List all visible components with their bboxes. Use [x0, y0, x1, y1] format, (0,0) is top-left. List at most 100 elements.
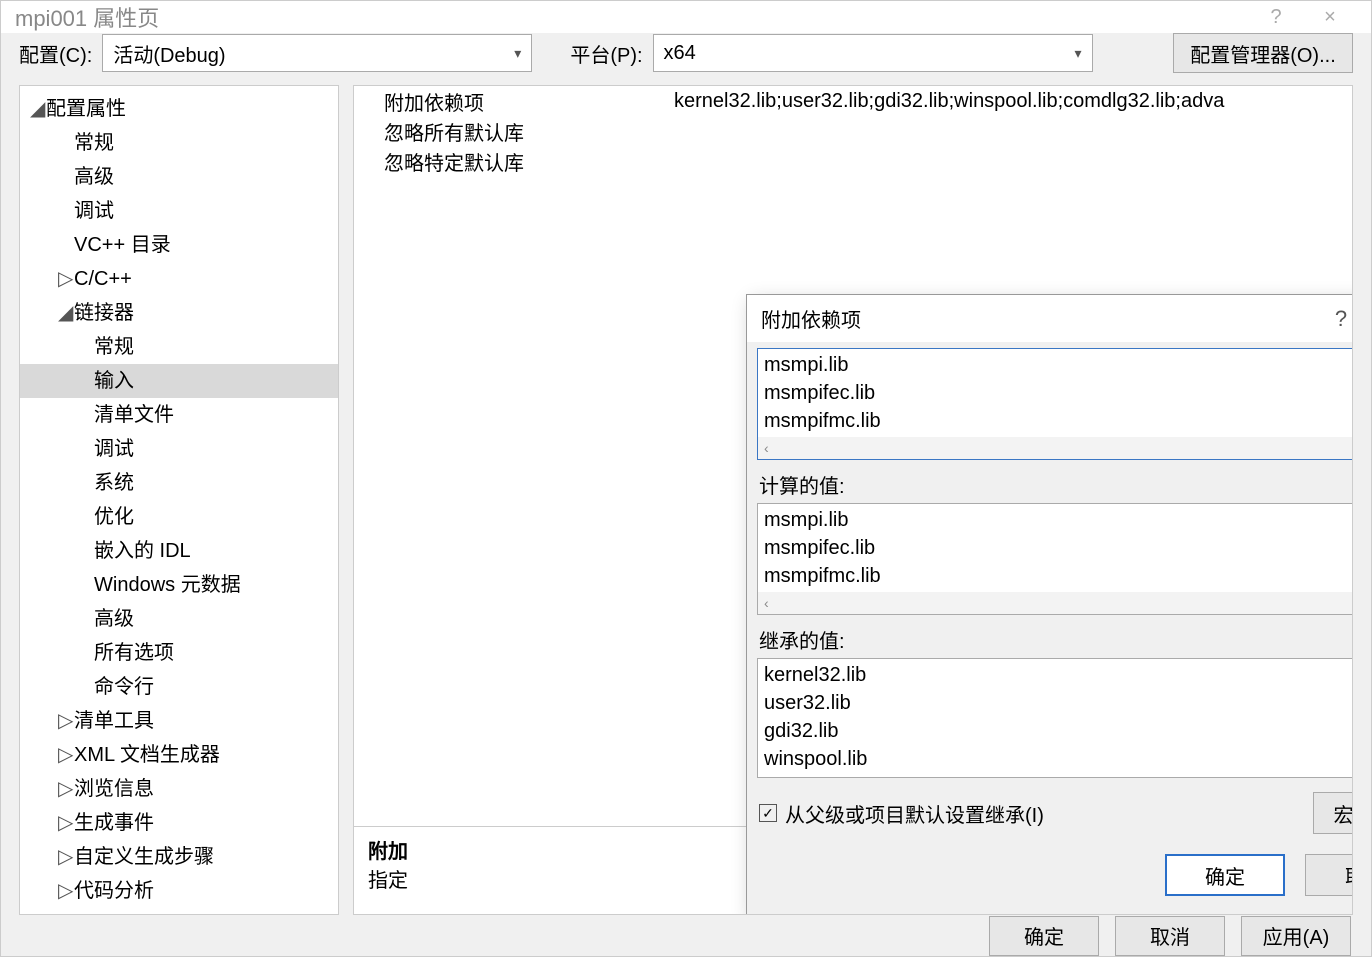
tree-node[interactable]: 高级 [20, 160, 338, 194]
tree-node-label: 常规 [74, 132, 114, 154]
list-item: msmpifec.lib [764, 379, 1353, 407]
tree-node[interactable]: ◢链接器 [20, 296, 338, 330]
tree-node-label: 嵌入的 IDL [94, 540, 191, 562]
tree-node-label: 浏览信息 [74, 778, 154, 800]
tree-node[interactable]: VC++ 目录 [20, 228, 338, 262]
property-row[interactable]: 忽略特定默认库 [354, 146, 1352, 176]
tree-node[interactable]: ▷XML 文档生成器 [20, 738, 338, 772]
dialog-cancel-button[interactable]: 取消 [1305, 854, 1353, 896]
tree-twisty-icon: ▷ [58, 264, 74, 294]
tree-node[interactable]: 高级 [20, 602, 338, 636]
inherit-checkbox-label: 从父级或项目默认设置继承(I) [785, 799, 1044, 828]
tree-node[interactable]: 优化 [20, 500, 338, 534]
tree-node[interactable]: ▷代码分析 [20, 874, 338, 908]
tree-node[interactable]: ▷C/C++ [20, 262, 338, 296]
tree-twisty-icon: ▷ [58, 774, 74, 804]
edit-listbox[interactable]: msmpi.libmsmpifec.libmsmpifmc.lib ˄ ˅ ‹ … [757, 348, 1353, 460]
property-tree[interactable]: ◢配置属性常规高级调试VC++ 目录▷C/C++◢链接器常规输入清单文件调试系统… [19, 85, 339, 915]
window-title: mpi001 属性页 [15, 1, 1249, 33]
tree-node[interactable]: ▷生成事件 [20, 806, 338, 840]
tree-twisty-icon: ◢ [30, 94, 46, 124]
tree-node-label: 清单文件 [94, 404, 174, 426]
scroll-left-icon: ‹ [764, 441, 769, 455]
tree-node[interactable]: 调试 [20, 432, 338, 466]
tree-twisty-icon: ▷ [58, 876, 74, 906]
tree-node-label: 优化 [94, 506, 134, 528]
tree-twisty-icon: ◢ [58, 298, 74, 328]
config-manager-button[interactable]: 配置管理器(O)... [1173, 33, 1353, 73]
cancel-button[interactable]: 取消 [1115, 916, 1225, 956]
edit-listbox-content[interactable]: msmpi.libmsmpifec.libmsmpifmc.lib [758, 349, 1353, 437]
property-name: 忽略特定默认库 [354, 147, 674, 176]
tree-node-label: 自定义生成步骤 [74, 846, 214, 868]
tree-node-label: 配置属性 [46, 98, 126, 120]
additional-deps-dialog: 附加依赖项 ? × msmpi.libmsmpifec.libmsmpifmc.… [746, 294, 1353, 915]
tree-node-label: 输入 [94, 370, 134, 392]
tree-node-label: 清单工具 [74, 710, 154, 732]
tree-node[interactable]: 嵌入的 IDL [20, 534, 338, 568]
chevron-down-icon: ▾ [514, 46, 521, 60]
dialog-options-row: ✓ 从父级或项目默认设置继承(I) 宏(M) >> [757, 788, 1353, 838]
scrollbar-horizontal[interactable]: ‹ › [758, 592, 1353, 614]
tree-node-label: 高级 [94, 608, 134, 630]
tree-node[interactable]: 调试 [20, 194, 338, 228]
inherited-listbox: kernel32.libuser32.libgdi32.libwinspool.… [757, 658, 1353, 778]
list-item: msmpifmc.lib [764, 407, 1353, 435]
tree-node-label: 常规 [94, 336, 134, 358]
tree-node-label: 调试 [94, 438, 134, 460]
tree-node[interactable]: 系统 [20, 466, 338, 500]
list-item: kernel32.lib [764, 661, 1353, 689]
tree-twisty-icon: ▷ [58, 842, 74, 872]
dialog-body: msmpi.libmsmpifec.libmsmpifmc.lib ˄ ˅ ‹ … [747, 342, 1353, 915]
property-pages-window: mpi001 属性页 ? × 配置(C): 活动(Debug) ▾ 平台(P):… [0, 0, 1372, 957]
tree-node-label: 命令行 [94, 676, 154, 698]
tree-node-label: VC++ 目录 [74, 234, 171, 256]
checkbox-icon: ✓ [759, 804, 777, 822]
body-area: ◢配置属性常规高级调试VC++ 目录▷C/C++◢链接器常规输入清单文件调试系统… [1, 73, 1371, 915]
property-row[interactable]: 附加依赖项kernel32.lib;user32.lib;gdi32.lib;w… [354, 86, 1352, 116]
config-combo[interactable]: 活动(Debug) ▾ [102, 34, 532, 72]
property-value: kernel32.lib;user32.lib;gdi32.lib;winspo… [674, 90, 1352, 113]
close-button[interactable]: × [1303, 6, 1357, 29]
tree-node[interactable]: 命令行 [20, 670, 338, 704]
property-table: 附加依赖项kernel32.lib;user32.lib;gdi32.lib;w… [354, 86, 1352, 176]
inherit-checkbox[interactable]: ✓ 从父级或项目默认设置继承(I) [759, 799, 1044, 828]
property-row[interactable]: 忽略所有默认库 [354, 116, 1352, 146]
tree-node[interactable]: 常规 [20, 330, 338, 364]
macros-button[interactable]: 宏(M) >> [1313, 792, 1353, 834]
computed-label: 计算的值: [759, 470, 1353, 499]
dialog-ok-button[interactable]: 确定 [1165, 854, 1285, 896]
tree-node[interactable]: ◢配置属性 [20, 92, 338, 126]
tree-node[interactable]: 常规 [20, 126, 338, 160]
tree-twisty-icon: ▷ [58, 808, 74, 838]
list-item: msmpi.lib [764, 351, 1353, 379]
apply-button[interactable]: 应用(A) [1241, 916, 1351, 956]
tree-node-label: XML 文档生成器 [74, 744, 220, 766]
ok-button[interactable]: 确定 [989, 916, 1099, 956]
platform-label: 平台(P): [570, 39, 642, 68]
tree-node[interactable]: ▷清单工具 [20, 704, 338, 738]
footer-buttons: 确定 取消 应用(A) [1, 915, 1371, 956]
tree-twisty-icon: ▷ [58, 706, 74, 736]
dialog-title: 附加依赖项 [761, 304, 1311, 333]
platform-combo[interactable]: x64 ▾ [653, 34, 1093, 72]
tree-node[interactable]: 所有选项 [20, 636, 338, 670]
tree-node-label: 链接器 [74, 302, 134, 324]
tree-node[interactable]: ▷浏览信息 [20, 772, 338, 806]
tree-node[interactable]: 输入 [20, 364, 338, 398]
tree-node-label: 生成事件 [74, 812, 154, 834]
list-item: winspool.lib [764, 745, 1353, 773]
inherited-listbox-content: kernel32.libuser32.libgdi32.libwinspool.… [758, 659, 1353, 777]
config-label: 配置(C): [19, 39, 92, 68]
dialog-help-button[interactable]: ? [1311, 306, 1353, 332]
list-item: msmpifec.lib [764, 534, 1353, 562]
list-item: user32.lib [764, 689, 1353, 717]
config-toolbar: 配置(C): 活动(Debug) ▾ 平台(P): x64 ▾ 配置管理器(O)… [1, 33, 1371, 73]
help-button[interactable]: ? [1249, 6, 1303, 29]
tree-node[interactable]: Windows 元数据 [20, 568, 338, 602]
tree-node[interactable]: ▷自定义生成步骤 [20, 840, 338, 874]
property-grid: 附加依赖项 kernel32.lib;user32.lib;gdi32.lib;w… [353, 85, 1353, 915]
tree-node[interactable]: 清单文件 [20, 398, 338, 432]
tree-twisty-icon: ▷ [58, 740, 74, 770]
scrollbar-horizontal[interactable]: ‹ › [758, 437, 1353, 459]
